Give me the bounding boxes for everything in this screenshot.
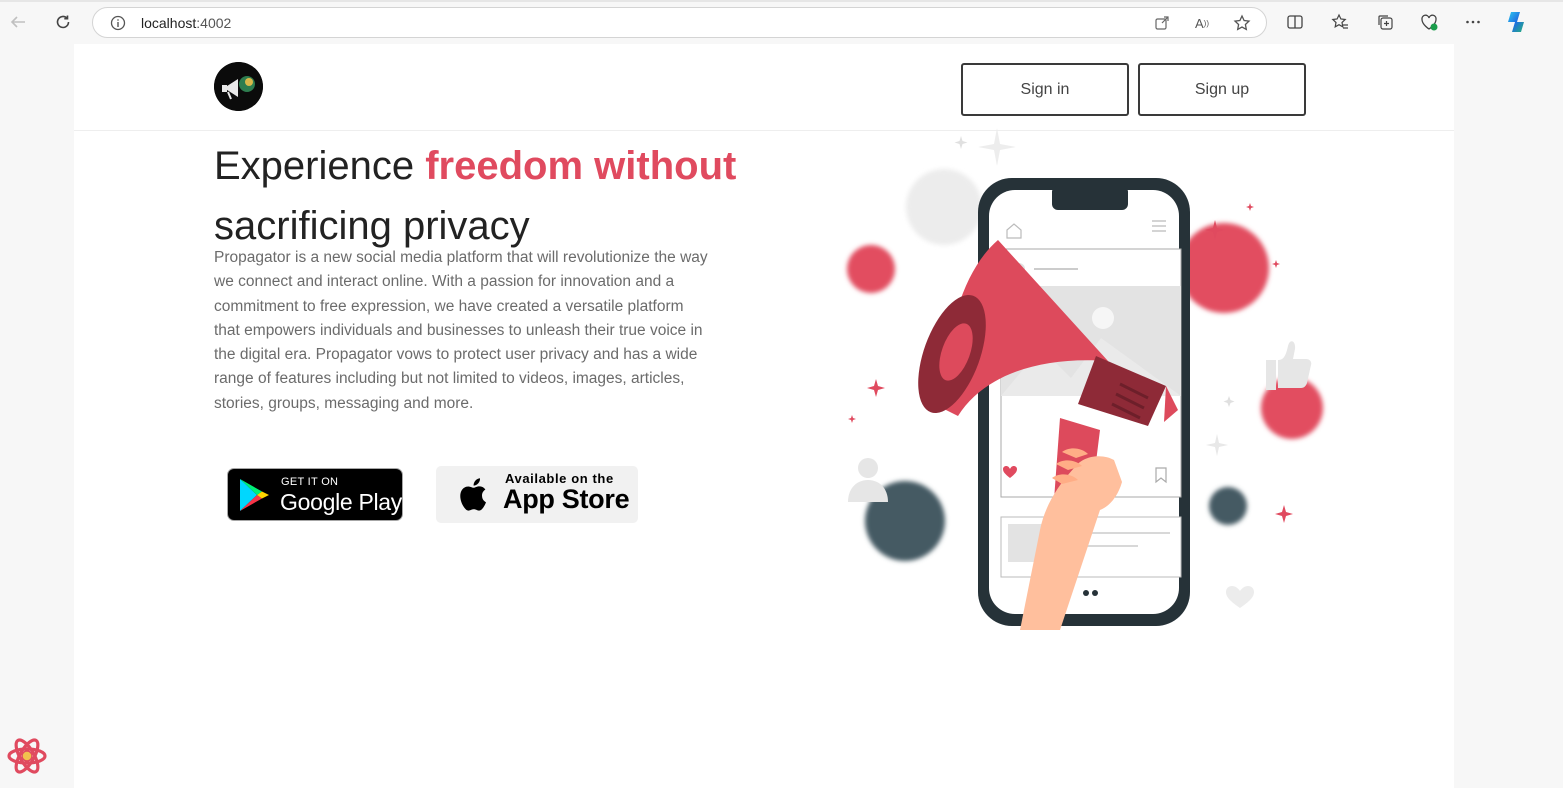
user-icon bbox=[848, 480, 888, 502]
propagator-logo[interactable] bbox=[214, 62, 263, 111]
sparkle-icon bbox=[1275, 505, 1293, 523]
open-in-app-icon[interactable] bbox=[1153, 14, 1171, 32]
sparkle-icon bbox=[1272, 260, 1280, 268]
hero-title-line2: sacrificing privacy bbox=[214, 204, 530, 248]
react-devtools-icon[interactable] bbox=[5, 734, 49, 778]
user-icon bbox=[858, 458, 878, 478]
settings-more-icon[interactable] bbox=[1462, 11, 1484, 33]
google-play-big-text: Google Play bbox=[280, 489, 402, 515]
landing-page: Sign in Sign up Experience freedom witho… bbox=[74, 44, 1454, 788]
back-arrow-icon[interactable] bbox=[6, 10, 30, 34]
sparkle-icon bbox=[1206, 434, 1228, 456]
next-section-heading-peek bbox=[594, 772, 605, 788]
sign-in-button[interactable]: Sign in bbox=[961, 63, 1129, 116]
red-bubble bbox=[1179, 223, 1269, 313]
favorites-icon[interactable] bbox=[1329, 11, 1351, 33]
url-host: localhost bbox=[141, 15, 197, 31]
browser-toolbar: localhost:4002 A)) bbox=[0, 0, 1563, 44]
google-play-badge[interactable]: GET IT ON Google Play bbox=[227, 468, 403, 521]
browser-essentials-icon[interactable] bbox=[1418, 11, 1440, 33]
sparkle-icon bbox=[954, 136, 968, 149]
sparkle-icon bbox=[1223, 396, 1235, 407]
grey-bubble bbox=[906, 169, 982, 245]
hero-title-accent: freedom without bbox=[425, 144, 737, 188]
copilot-icon[interactable] bbox=[1504, 9, 1530, 35]
sparkle-icon bbox=[978, 128, 1016, 166]
split-screen-icon[interactable] bbox=[1284, 11, 1306, 33]
site-info-icon[interactable] bbox=[110, 15, 126, 36]
favorite-star-icon[interactable] bbox=[1233, 14, 1251, 32]
sparkle-icon bbox=[1246, 203, 1254, 211]
dark-bubble bbox=[1209, 487, 1247, 525]
thumbs-up-icon bbox=[1266, 341, 1312, 390]
app-store-badge[interactable]: Available on the App Store bbox=[436, 466, 638, 523]
heart-icon bbox=[1226, 586, 1254, 608]
collections-icon[interactable] bbox=[1374, 11, 1396, 33]
read-aloud-icon[interactable]: A)) bbox=[1193, 14, 1211, 32]
url-text: localhost:4002 bbox=[141, 15, 231, 31]
sparkle-icon bbox=[848, 415, 856, 423]
sparkle-icon bbox=[867, 379, 885, 397]
hero-title-plain: Experience bbox=[214, 144, 426, 188]
megaphone-phone-illustration bbox=[847, 128, 1323, 630]
sign-up-button[interactable]: Sign up bbox=[1138, 63, 1306, 116]
app-store-big-text: App Store bbox=[503, 484, 630, 514]
hero-description: Propagator is a new social media platfor… bbox=[214, 249, 708, 412]
hero-title: Experience freedom without sacrificing p… bbox=[214, 136, 774, 256]
phone-notch bbox=[1052, 186, 1128, 210]
apple-icon bbox=[460, 478, 486, 511]
google-play-small-text: GET IT ON bbox=[281, 476, 339, 488]
tab-strip-edge bbox=[0, 0, 1563, 2]
window-edge bbox=[1535, 44, 1563, 788]
refresh-icon[interactable] bbox=[51, 10, 75, 34]
red-bubble bbox=[847, 245, 895, 293]
url-port: :4002 bbox=[196, 15, 232, 31]
address-bar[interactable]: localhost:4002 A)) bbox=[92, 7, 1267, 38]
google-play-icon bbox=[240, 479, 269, 511]
